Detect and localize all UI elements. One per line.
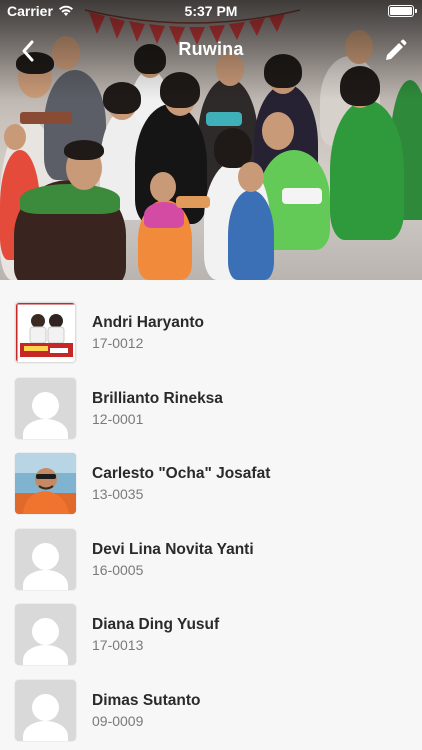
member-info: Devi Lina Novita Yanti 16-0005 (92, 540, 254, 579)
page-title: Ruwina (178, 39, 244, 59)
member-name: Devi Lina Novita Yanti (92, 540, 254, 558)
avatar (15, 679, 76, 741)
campaign-avatar-image (16, 303, 75, 363)
member-code: 17-0012 (92, 335, 144, 352)
avatar (15, 377, 76, 439)
member-code: 16-0005 (92, 561, 144, 578)
avatar (15, 302, 76, 364)
member-name: Diana Ding Yusuf (92, 616, 220, 634)
person-hair (64, 140, 104, 160)
person-head (238, 162, 264, 192)
member-info: Brillianto Rineksa 12-0001 (92, 389, 223, 428)
pencil-icon (386, 39, 407, 60)
list-item[interactable]: Andri Haryanto 17-0012 (0, 295, 422, 371)
member-code: 17-0013 (92, 637, 144, 654)
cake-shape (176, 196, 210, 208)
placeholder-avatar-icon (32, 693, 59, 721)
avatar (15, 453, 76, 515)
person-shape (228, 190, 274, 280)
list-item[interactable]: Dimas Sutanto 09-0009 (0, 673, 422, 749)
member-info: Carlesto "Ocha" Josafat 13-0035 (92, 464, 270, 503)
person-shape (20, 184, 120, 214)
photo-avatar-image (15, 453, 76, 515)
member-code: 13-0035 (92, 486, 144, 503)
cake-shape (20, 112, 72, 124)
edit-button[interactable] (380, 36, 410, 66)
placeholder-body (23, 569, 68, 590)
member-code: 09-0009 (92, 712, 144, 729)
cake-shape (282, 188, 322, 204)
member-code: 12-0001 (92, 410, 144, 427)
placeholder-body (23, 720, 68, 741)
member-name: Dimas Sutanto (92, 691, 201, 709)
placeholder-avatar-icon (32, 391, 59, 419)
person-shape (330, 100, 404, 240)
list-item[interactable]: Brillianto Rineksa 12-0001 (0, 371, 422, 447)
member-name: Andri Haryanto (92, 314, 204, 332)
avatar (15, 528, 76, 590)
placeholder-avatar-icon (32, 542, 59, 570)
placeholder-avatar-icon (32, 618, 59, 646)
person-head (150, 172, 176, 202)
member-name: Brillianto Rineksa (92, 389, 223, 407)
list-item[interactable]: Diana Ding Yusuf 17-0013 (0, 597, 422, 673)
member-list: Andri Haryanto 17-0012 Brillianto Rineks… (0, 280, 422, 750)
member-info: Dimas Sutanto 09-0009 (92, 691, 201, 730)
list-item[interactable]: Carlesto "Ocha" Josafat 13-0035 (0, 446, 422, 522)
member-name: Carlesto "Ocha" Josafat (92, 465, 271, 483)
placeholder-body (23, 418, 68, 439)
avatar (15, 604, 76, 666)
battery-icon (388, 5, 417, 17)
member-info: Andri Haryanto 17-0012 (92, 313, 204, 352)
person-head (262, 112, 294, 150)
member-info: Diana Ding Yusuf 17-0013 (92, 615, 219, 654)
status-bar: Carrier 5:37 PM (0, 0, 422, 22)
clock: 5:37 PM (184, 3, 238, 19)
list-item[interactable]: Devi Lina Novita Yanti 16-0005 (0, 522, 422, 598)
placeholder-body (23, 645, 68, 666)
cake-shape (206, 112, 242, 126)
person-head (4, 124, 26, 150)
navigation-bar: Ruwina (0, 28, 422, 72)
